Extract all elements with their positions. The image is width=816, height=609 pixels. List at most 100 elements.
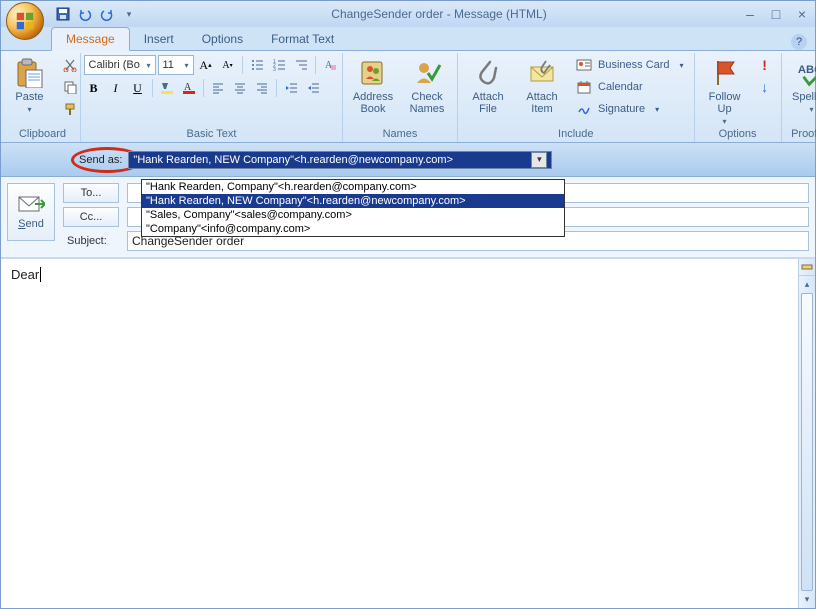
numbering-button[interactable]: 123 [269,55,289,75]
increase-indent-button[interactable] [303,78,323,98]
align-right-button[interactable] [252,78,272,98]
bullets-button[interactable] [247,55,267,75]
font-name-combo[interactable]: Calibri (Bo ▾ [84,55,156,75]
chevron-down-icon[interactable]: ▾ [531,152,547,168]
office-button[interactable] [6,2,44,40]
send-as-option[interactable]: "Sales, Company"<sales@company.com> [142,208,564,222]
cc-button[interactable]: Cc... [63,207,119,227]
signature-label: Signature [598,103,645,115]
low-importance-button[interactable]: ↓ [755,77,775,97]
group-names: Address Book Check Names Names [343,53,458,142]
scroll-down-button[interactable]: ▾ [799,591,815,608]
address-book-button[interactable]: Address Book [349,55,397,115]
minimize-button[interactable]: – [741,6,759,22]
maximize-button[interactable]: □ [767,6,785,22]
chevron-down-icon: ▾ [184,61,188,70]
highlight-button[interactable] [157,78,177,98]
follow-up-button[interactable]: Follow Up ▾ [701,55,749,126]
group-label-include: Include [464,127,688,142]
ribbon: Paste ▾ Clipboard Calibri (Bo▾ 11▾ A▴ A▾ [1,51,815,143]
scroll-up-button[interactable]: ▴ [799,276,815,293]
shrink-font-button[interactable]: A▾ [218,55,238,75]
follow-up-label: Follow Up [709,91,741,115]
align-center-button[interactable] [230,78,250,98]
decrease-indent-button[interactable] [281,78,301,98]
font-size-value: 11 [163,59,174,71]
tab-insert[interactable]: Insert [130,28,188,50]
send-icon [17,194,45,214]
title-bar: ▾ ChangeSender order - Message (HTML) – … [1,1,815,27]
clear-formatting-button[interactable]: A [320,55,340,75]
group-label-names: Names [349,127,451,142]
send-as-option[interactable]: "Company"<info@company.com> [142,222,564,236]
paste-icon [14,57,46,89]
font-size-combo[interactable]: 11 ▾ [158,55,194,75]
scroll-track[interactable] [799,293,815,591]
save-icon[interactable] [55,6,71,22]
grow-font-button[interactable]: A▴ [196,55,216,75]
qat-dropdown-icon[interactable]: ▾ [121,6,137,22]
svg-text:ABC: ABC [797,64,816,76]
cut-button[interactable] [60,55,80,75]
text-cursor [39,267,41,282]
paste-label: Paste [15,91,43,103]
vertical-scrollbar[interactable]: ▴ ▾ [798,259,815,608]
group-proofing: ABC Spelling ▾ Proofing [782,53,816,142]
send-as-option[interactable]: "Hank Rearden, NEW Company"<h.rearden@ne… [142,194,564,208]
calendar-label: Calendar [598,81,643,93]
paperclip-icon [472,57,504,89]
help-button[interactable]: ? [791,34,807,50]
group-basic-text: Calibri (Bo ▾ 11 ▾ A▴ A▾ 123 A B I U [81,53,343,142]
check-names-button[interactable]: Check Names [403,55,451,115]
chevron-down-icon: ▾ [146,61,150,70]
tab-message[interactable]: Message [51,27,130,51]
attach-file-button[interactable]: Attach File [464,55,512,115]
format-painter-button[interactable] [60,99,80,119]
close-button[interactable]: × [793,6,811,22]
spelling-icon: ABC [796,57,816,89]
signature-button[interactable]: Signature ▾ [572,99,688,119]
redo-icon[interactable] [99,6,115,22]
group-label-basic-text: Basic Text [87,127,336,142]
tab-format-text[interactable]: Format Text [257,28,348,50]
send-as-label: Send as: [79,154,122,166]
underline-button[interactable]: U [128,78,148,98]
address-book-icon [357,57,389,89]
message-body-container: Dear ▴ ▾ [1,258,815,608]
flag-icon [709,57,741,89]
attach-item-icon [526,57,558,89]
chevron-down-icon: ▾ [655,105,659,114]
spelling-button[interactable]: ABC Spelling ▾ [788,55,816,114]
align-left-button[interactable] [208,78,228,98]
italic-button[interactable]: I [106,78,126,98]
multilevel-list-button[interactable] [291,55,311,75]
business-card-button[interactable]: Business Card ▾ [572,55,688,75]
scroll-thumb[interactable] [801,293,813,591]
send-as-dropdown[interactable]: "Hank Rearden, Company"<h.rearden@compan… [141,179,565,237]
font-color-button[interactable]: A [179,78,199,98]
check-names-icon [411,57,443,89]
undo-icon[interactable] [77,6,93,22]
calendar-button[interactable]: Calendar [572,77,688,97]
bold-button[interactable]: B [84,78,104,98]
font-name-value: Calibri (Bo [89,59,140,71]
send-as-combo[interactable]: "Hank Rearden, NEW Company"<h.rearden@ne… [128,151,552,169]
paste-button[interactable]: Paste ▾ [6,55,54,114]
ruler-toggle-icon[interactable] [799,259,815,276]
copy-button[interactable] [60,77,80,97]
send-as-selected: "Hank Rearden, NEW Company"<h.rearden@ne… [133,154,453,166]
message-body[interactable]: Dear [1,259,798,608]
attach-item-label: Attach Item [526,91,557,115]
group-options: Follow Up ▾ ! ↓ Options [695,53,782,142]
svg-text:3: 3 [273,67,276,72]
group-clipboard: Paste ▾ Clipboard [5,53,81,142]
signature-icon [576,101,592,117]
attach-item-button[interactable]: Attach Item [518,55,566,115]
send-as-option[interactable]: "Hank Rearden, Company"<h.rearden@compan… [142,180,564,194]
chevron-down-icon: ▾ [680,61,684,70]
to-button[interactable]: To... [63,183,119,203]
send-label: Send [18,218,44,230]
tab-options[interactable]: Options [188,28,257,50]
send-button[interactable]: Send [7,183,55,241]
high-importance-button[interactable]: ! [755,55,775,75]
